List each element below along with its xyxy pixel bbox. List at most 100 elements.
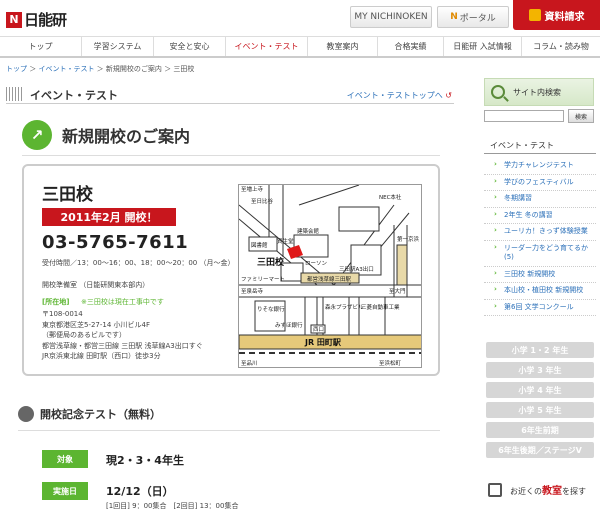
breadcrumb-event[interactable]: イベント・テスト (38, 65, 94, 73)
breadcrumb-opening[interactable]: 新規開校のご案内 (106, 65, 162, 73)
grade-3-button[interactable]: 小学 3 年生 (486, 362, 594, 378)
grade-1-2-button[interactable]: 小学 1・2 年生 (486, 342, 594, 358)
global-nav: トップ 学習システム 安全と安心 イベント・テスト 教室案内 合格実績 日能研 … (0, 36, 600, 58)
map-label-hibiya: 至日比谷 (251, 197, 274, 205)
school-info-box: 三田校 2011年2月 開校！ 03-5765-7611 受付時間／13：00〜… (22, 164, 440, 376)
event-top-link[interactable]: イベント・テストトップへ ↺ (347, 90, 452, 101)
request-label: 資料請求 (544, 11, 585, 23)
arrow-circle-icon: ↗ (22, 120, 52, 150)
test-title: 開校記念テスト（無料） (40, 408, 161, 421)
sidebar-item-grade2-winter[interactable]: 2年生 冬の講習 (484, 208, 596, 224)
grade-4-button[interactable]: 小学 4 年生 (486, 382, 594, 398)
address-block: 〒108-0014 東京都港区芝5-27-14 小川ビル4F （郵便局のあるビル… (42, 309, 242, 362)
map-label-risona: りそな銀行 (257, 305, 285, 313)
site-search-title: サイト内検索 (513, 87, 561, 97)
map-label-mizuho: みずほ銀行 (275, 321, 303, 329)
logo-text: 日能研 (24, 11, 67, 29)
map-label-shinagawa: 至品川 (241, 360, 258, 367)
breadcrumb: トップ ＞ イベント・テスト ＞ 新規開校のご案内 ＞ 三田校 (6, 65, 195, 73)
map-label-mitsubishi: 三菱自動車工業 (361, 303, 400, 311)
sidebar-event-title[interactable]: イベント・テスト (490, 140, 554, 151)
sidebar-item-eureka-kids[interactable]: ユーリカ！きっず体験授業 (484, 224, 596, 241)
section-header: イベント・テスト イベント・テストトップへ ↺ (6, 86, 454, 104)
map-label-tamachi: JR 田町駅 (304, 338, 342, 347)
nportal-label: ポータル (459, 13, 496, 24)
postal-code: 〒108-0014 (42, 310, 83, 318)
sidebar-item-leadership[interactable]: リーダー力をどう育てるか(5) (484, 241, 596, 267)
sidebar-item-challenge-test[interactable]: 学力チャレンジテスト (484, 158, 596, 175)
grade-6-late-button[interactable]: 6年生後期／ステージV (486, 442, 594, 458)
map-label-a3: 三田駅A3出口 (339, 265, 374, 273)
construction-note: ※三田校は現在工事中です (81, 298, 164, 306)
sidebar-item-festival[interactable]: 学びのフェスティバル (484, 175, 596, 191)
page-title: 新規開校のご案内 (62, 127, 191, 146)
map-label-ekimae: 都営浅草線三田駅 (307, 275, 352, 283)
calendar-icon (6, 87, 24, 101)
sidebar-event-list: 学力チャレンジテスト 学びのフェスティバル 冬期講習 2年生 冬の講習 ユーリカ… (484, 158, 596, 316)
gnav-top[interactable]: トップ (0, 37, 82, 56)
target-value: 現2・3・4年生 (106, 454, 184, 467)
sidebar-item-winter-course[interactable]: 冬期講習 (484, 191, 596, 208)
sidebar-item-literature-contest[interactable]: 第6回 文学コンクール (484, 300, 596, 316)
divider (18, 430, 440, 431)
prep-office: 開校準備室 （日能研関東本部内） (42, 281, 150, 289)
page-title-block: ↗ 新規開校のご案内 (22, 120, 190, 150)
access-line-1: 都営浅草線・都営三田線 三田駅 浅草線A3出口すぐ (42, 341, 203, 350)
gnav-event-test[interactable]: イベント・テスト (226, 37, 308, 56)
opening-badge: 2011年2月 開校！ (42, 208, 176, 226)
map-label-shiseido: 資生堂 (277, 237, 294, 245)
map-pin-icon (488, 482, 502, 497)
date-label: 実施日 (42, 482, 88, 500)
map-label-zojoji: 至増上寺 (241, 185, 264, 193)
grade-5-button[interactable]: 小学 5 年生 (486, 402, 594, 418)
breadcrumb-current: 三田校 (173, 65, 195, 73)
logo[interactable]: N 日能研 (6, 9, 67, 30)
breadcrumb-home[interactable]: トップ (6, 65, 27, 73)
nportal-icon: N (450, 12, 458, 22)
search-button[interactable]: 検索 (568, 109, 594, 123)
divider (484, 153, 596, 154)
reception-hours: 受付時間／13：00〜16：00、18：00〜20：00 （月〜金） (42, 259, 235, 267)
test-section-header: 開校記念テスト（無料） (18, 406, 161, 422)
map-label-daiichi: 第一京浜 (397, 235, 420, 243)
search-icon (491, 85, 505, 99)
gnav-classrooms[interactable]: 教室案内 (308, 37, 378, 56)
map-label-kenchiku: 建築会館 (297, 227, 320, 235)
request-materials-button[interactable]: 資料請求 (513, 0, 600, 30)
school-name: 三田校 (42, 185, 93, 205)
search-input[interactable] (484, 110, 564, 122)
access-line-2: JR京浜東北線 田町駅（西口）徒歩3分 (42, 352, 161, 360)
map-label-daimon: 至大門 (389, 287, 406, 295)
building-note: （郵便局のあるビルです） (42, 331, 126, 339)
map-label-hamamatsucho: 至浜松町 (379, 359, 402, 367)
map-label-library: 図書館 (251, 241, 268, 249)
gnav-safety[interactable]: 安全と安心 (154, 37, 226, 56)
nportal-button[interactable]: N ポータル (437, 6, 509, 28)
my-nichinoken-button[interactable]: MY NICHINOKEN (350, 6, 432, 28)
sidebar: サイト内検索 検索 イベント・テスト 学力チャレンジテスト 学びのフェスティバル… (484, 78, 600, 510)
gnav-learning-system[interactable]: 学習システム (82, 37, 154, 56)
document-icon (528, 9, 541, 21)
address-label: [所在地] (42, 298, 70, 306)
divider (22, 155, 440, 156)
map-label-morinaga: 森永プラザビル (325, 303, 364, 311)
date-value: 12/12（日） (106, 485, 174, 498)
section-title: イベント・テスト (30, 89, 118, 102)
map-label-nec: NEC本社 (379, 193, 402, 201)
circle-icon (18, 406, 34, 422)
header: N 日能研 MY NICHINOKEN N ポータル 資料請求 (0, 0, 600, 34)
gnav-columns[interactable]: コラム・読み物 (522, 37, 600, 56)
map-label-mita: 三田校 (257, 256, 285, 268)
find-classroom-link[interactable]: お近くの教室を探す (488, 482, 586, 497)
gnav-exam-info[interactable]: 日能研 入試情報 (444, 37, 522, 56)
sidebar-item-motoyama-opening[interactable]: 本山校・植田校 新規開校 (484, 283, 596, 300)
site-search-header: サイト内検索 (484, 78, 594, 106)
phone-number: 03-5765-7611 (42, 232, 189, 253)
grade-6-early-button[interactable]: 6年生前期 (486, 422, 594, 438)
gnav-results[interactable]: 合格実績 (378, 37, 444, 56)
map-label-sengakuji: 至泉岳寺 (241, 287, 264, 295)
map-label-familymart: ファミリーマート (241, 276, 285, 283)
access-map: 至増上寺 至日比谷 図書館 建築会館 資生堂 NEC本社 ローソン ファミリーマ… (238, 184, 422, 368)
sidebar-item-mita-opening[interactable]: 三田校 新規開校 (484, 267, 596, 283)
map-label-nishiguchi: 西口 (313, 326, 324, 333)
